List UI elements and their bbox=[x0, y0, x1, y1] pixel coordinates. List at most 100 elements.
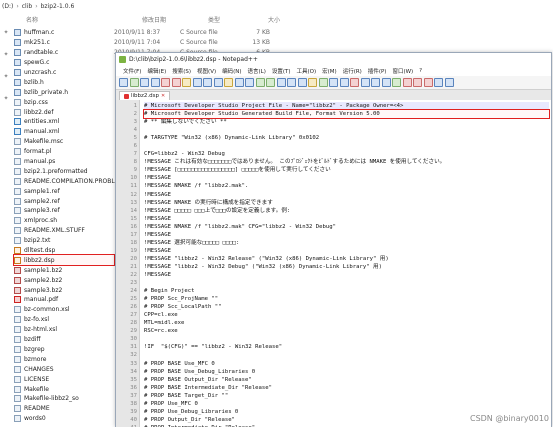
code-line[interactable]: # ** 編集しないでください ** bbox=[144, 118, 549, 126]
toolbar-button-icon[interactable] bbox=[171, 78, 181, 87]
file-row[interactable]: bz-html.xsl bbox=[14, 325, 114, 335]
menu-item[interactable]: 设置(T) bbox=[269, 67, 294, 75]
toolbar-button-icon[interactable] bbox=[339, 78, 349, 87]
file-row[interactable]: README.XML.STUFF bbox=[14, 226, 114, 236]
file-row[interactable]: xmlproc.sh bbox=[14, 216, 114, 226]
code-line[interactable]: # TARGTYPE "Win32 (x86) Dynamic-Link Lib… bbox=[144, 134, 549, 142]
code-line[interactable]: # Microsoft Developer Studio Generated B… bbox=[143, 109, 550, 120]
file-row[interactable]: randtable.c bbox=[14, 48, 114, 58]
toolbar-button-icon[interactable] bbox=[129, 78, 139, 87]
breadcrumb-clib[interactable]: clib bbox=[22, 3, 32, 10]
code-line[interactable]: CPP=cl.exe bbox=[144, 311, 549, 319]
column-header-size[interactable]: 大小 bbox=[268, 15, 280, 24]
code-line[interactable]: RSC=rc.exe bbox=[144, 327, 549, 335]
file-row[interactable]: dlltest.dsp bbox=[14, 246, 114, 256]
menu-item[interactable]: 文件(F) bbox=[120, 67, 144, 75]
code-line[interactable]: # PROP BASE Output_Dir "Release" bbox=[144, 376, 549, 384]
code-line[interactable]: !MESSAGE NMAKE の実行時に構成を指定できます bbox=[144, 199, 549, 207]
toolbar-button-icon[interactable] bbox=[119, 78, 128, 87]
toolbar-button-icon[interactable] bbox=[150, 78, 160, 87]
toolbar-button-icon[interactable] bbox=[192, 78, 202, 87]
pin-icon[interactable]: ✦ bbox=[0, 28, 12, 50]
toolbar-button-icon[interactable] bbox=[413, 78, 422, 87]
toolbar-button-icon[interactable] bbox=[182, 78, 191, 87]
file-row[interactable]: bzgrep bbox=[14, 345, 114, 355]
toolbar-button-icon[interactable] bbox=[276, 78, 286, 87]
toolbar-button-icon[interactable] bbox=[287, 78, 296, 87]
menu-item[interactable]: 视图(V) bbox=[194, 67, 219, 75]
menu-item[interactable]: 编辑(E) bbox=[144, 67, 169, 75]
code-line[interactable]: # Microsoft Developer Studio Project Fil… bbox=[144, 102, 549, 111]
code-text[interactable]: # Microsoft Developer Studio Project Fil… bbox=[143, 102, 550, 427]
code-line[interactable]: !MESSAGE bbox=[144, 215, 549, 223]
toolbar-button-icon[interactable] bbox=[255, 78, 265, 87]
file-row[interactable]: mk251.c bbox=[14, 38, 114, 48]
code-line[interactable] bbox=[144, 142, 549, 150]
breadcrumb-drive[interactable]: (D:) bbox=[2, 3, 13, 10]
code-line[interactable]: !MESSAGE bbox=[144, 191, 549, 199]
toolbar-button-icon[interactable] bbox=[371, 78, 380, 87]
menu-item[interactable]: 宏(M) bbox=[319, 67, 340, 75]
code-line[interactable]: CFG=libbz2 - Win32 Debug bbox=[144, 150, 549, 158]
menu-item[interactable]: 编码(N) bbox=[219, 67, 244, 75]
pin-icon[interactable]: ✦ bbox=[0, 94, 12, 116]
file-row[interactable]: sample3.bz2 bbox=[14, 285, 114, 295]
close-icon[interactable]: ✕ bbox=[161, 93, 165, 99]
file-row[interactable]: sample3.ref bbox=[14, 206, 114, 216]
code-line[interactable]: !MESSAGE NMAKE /f "libbz2.mak" CFG="libb… bbox=[144, 223, 549, 231]
file-row[interactable]: manual.pdf bbox=[14, 295, 114, 305]
code-line[interactable]: !MESSAGE [□□□□□□□□□□□□□□□□□] □□□□□を使用して実… bbox=[144, 166, 549, 174]
column-header-date[interactable]: 修改日期 bbox=[142, 15, 166, 24]
menu-item[interactable]: 工具(O) bbox=[294, 67, 320, 75]
code-line[interactable]: # PROP Scc_ProjName "" bbox=[144, 295, 549, 303]
toolbar-button-icon[interactable] bbox=[350, 78, 359, 87]
code-line[interactable]: !MESSAGE bbox=[144, 247, 549, 255]
code-line[interactable]: !MESSAGE □□□□□ □□□上で□□□の設定を定義します。例: bbox=[144, 207, 549, 215]
window-title-bar[interactable]: D:\clib\bzip2-1.0.6\libbz2.dsp - Notepad… bbox=[116, 53, 551, 65]
menu-item[interactable]: 窗口(W) bbox=[389, 67, 416, 75]
code-line[interactable]: # PROP BASE Use_MFC 0 bbox=[144, 360, 549, 368]
breadcrumb-bzip2[interactable]: bzip2-1.0.6 bbox=[41, 3, 75, 10]
toolbar-button-icon[interactable] bbox=[266, 78, 275, 87]
code-line[interactable]: # PROP Use_MFC 0 bbox=[144, 400, 549, 408]
file-row[interactable]: format.pl bbox=[14, 147, 114, 157]
code-line[interactable] bbox=[144, 279, 549, 287]
toolbar-button-icon[interactable] bbox=[423, 78, 433, 87]
file-row[interactable]: bzlib.h bbox=[14, 77, 114, 87]
file-row[interactable]: Makefile.msc bbox=[14, 137, 114, 147]
toolbar-button-icon[interactable] bbox=[245, 78, 254, 87]
file-row[interactable]: bzmore bbox=[14, 354, 114, 364]
menu-item[interactable]: 运行(R) bbox=[340, 67, 365, 75]
toolbar-button-icon[interactable] bbox=[381, 78, 391, 87]
toolbar-button-icon[interactable] bbox=[213, 78, 223, 87]
code-line[interactable]: # Begin Project bbox=[144, 287, 549, 295]
file-row[interactable]: Makefile-libbz2_so bbox=[14, 394, 114, 404]
file-row[interactable]: words0 bbox=[14, 414, 114, 424]
menu-item[interactable]: ? bbox=[416, 68, 425, 74]
editor-area[interactable]: 1 2 3 4 5 6 7 8 9 10 11 12 13 14 15 16 17 18 19 20 21 22 23 24 2… bbox=[116, 100, 551, 427]
file-row[interactable]: sample2.bz2 bbox=[14, 275, 114, 285]
code-line[interactable] bbox=[144, 126, 549, 134]
toolbar-button-icon[interactable] bbox=[297, 78, 307, 87]
file-row[interactable]: manual.ps bbox=[14, 157, 114, 167]
file-row[interactable]: bzip.css bbox=[14, 97, 114, 107]
file-row[interactable]: libbz2.def bbox=[14, 107, 114, 117]
pin-icon[interactable]: ✦ bbox=[0, 72, 12, 94]
toolbar-button-icon[interactable] bbox=[329, 78, 338, 87]
menu-item[interactable]: 语言(L) bbox=[245, 67, 269, 75]
pin-icon[interactable]: ✦ bbox=[0, 50, 12, 72]
code-line[interactable]: # PROP BASE Intermediate_Dir "Release" bbox=[144, 384, 549, 392]
file-row[interactable]: bzip2.txt bbox=[14, 236, 114, 246]
toolbar-button-icon[interactable] bbox=[318, 78, 328, 87]
file-row[interactable]: sample1.ref bbox=[14, 186, 114, 196]
file-row[interactable]: bz-fo.xsl bbox=[14, 315, 114, 325]
toolbar-button-icon[interactable] bbox=[308, 78, 317, 87]
code-line[interactable]: !MESSAGE bbox=[144, 271, 549, 279]
file-row[interactable]: sample2.ref bbox=[14, 196, 114, 206]
code-line[interactable] bbox=[144, 351, 549, 359]
file-row[interactable]: CHANGES bbox=[14, 364, 114, 374]
file-row[interactable]: bzip2.1.preformatted bbox=[14, 166, 114, 176]
file-row[interactable]: LICENSE bbox=[14, 374, 114, 384]
code-line[interactable]: !MESSAGE bbox=[144, 231, 549, 239]
code-line[interactable]: # PROP Scc_LocalPath "" bbox=[144, 303, 549, 311]
